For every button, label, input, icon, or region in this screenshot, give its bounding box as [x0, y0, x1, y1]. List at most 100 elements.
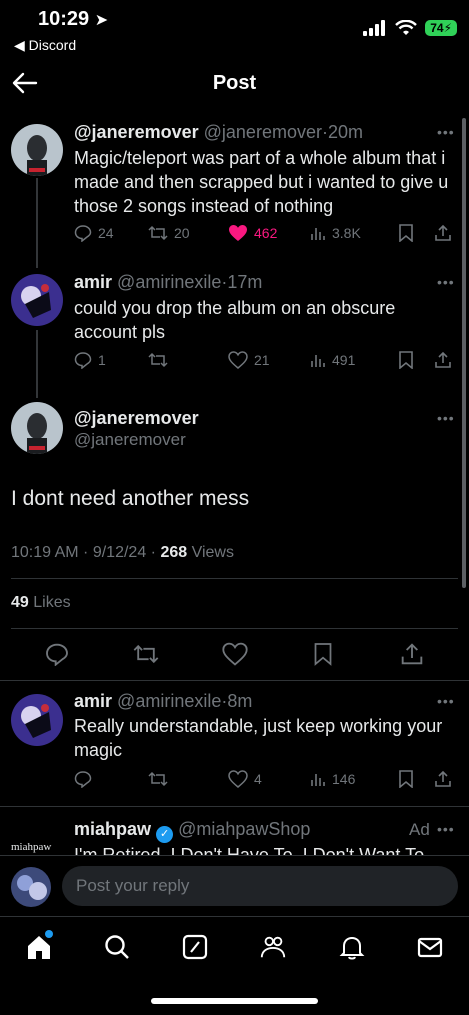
tweet-date: 9/12/24 [92, 544, 147, 561]
more-options-icon[interactable]: ••• [437, 821, 455, 837]
divider [11, 578, 458, 579]
ad-author-line: miahpaw ✓ @miahpawShop [74, 819, 310, 843]
location-arrow-icon: ➤ [94, 12, 109, 29]
ad-logo: miahpaw [11, 841, 52, 853]
views-count: 268 [160, 544, 188, 561]
battery-icon: 74⚡ [425, 20, 457, 36]
bookmark-icon[interactable] [398, 351, 414, 369]
heart-icon [228, 351, 248, 369]
signal-icon [363, 20, 386, 36]
communities-icon[interactable] [259, 933, 287, 961]
tweet-time: 8m [227, 691, 253, 711]
user-avatar[interactable] [11, 867, 51, 907]
tweet-time: 10:19 AM [11, 544, 79, 561]
share-icon[interactable] [434, 351, 452, 369]
reply-icon [74, 771, 92, 788]
home-indicator[interactable] [151, 998, 318, 1004]
repost-button[interactable]: 20 [148, 224, 228, 242]
author-name[interactable]: amir [74, 272, 112, 292]
messages-icon[interactable] [416, 933, 444, 961]
reply-button[interactable]: 24 [74, 224, 148, 242]
ad-label: Ad [409, 820, 430, 839]
nav-home[interactable] [25, 930, 53, 961]
avatar[interactable] [11, 274, 63, 326]
reply-input[interactable]: Post your reply [62, 866, 458, 906]
bookmark-icon[interactable] [398, 224, 414, 242]
tweet-actions: 24 20 462 3.8K [74, 224, 459, 242]
author-handle: @amirinexile [117, 272, 222, 292]
avatar[interactable] [11, 402, 63, 454]
divider [0, 680, 469, 681]
scrollbar[interactable] [462, 118, 466, 588]
heart-icon[interactable] [222, 642, 248, 666]
notification-dot [45, 930, 53, 938]
author-handle: @amirinexile [117, 691, 222, 711]
reply-text: Really understandable, just keep working… [74, 716, 443, 760]
focused-tweet-text: I dont need another mess [11, 487, 250, 510]
share-icon[interactable] [434, 770, 452, 788]
tweet-time: 20m [327, 122, 363, 142]
likes-summary[interactable]: 49 Likes [11, 594, 71, 612]
tweet-actions: 1 21 491 [74, 351, 459, 369]
more-options-icon[interactable]: ••• [437, 274, 455, 290]
notifications-icon[interactable] [338, 933, 366, 961]
views-icon [311, 228, 325, 240]
status-time: 10:29 ➤ [38, 8, 109, 30]
page-title: Post [212, 72, 257, 94]
ad-text: I'm Retired. I Don't Have To. I Don't Wa… [74, 845, 430, 855]
more-options-icon[interactable]: ••• [437, 124, 455, 140]
views-icon [311, 774, 325, 786]
ad-post[interactable]: miahpaw miahpaw ✓ @miahpawShop Ad ••• I'… [0, 807, 469, 855]
avatar[interactable] [11, 124, 63, 176]
views-button[interactable]: 491 [310, 352, 396, 368]
reply-button[interactable] [74, 770, 148, 788]
tweet-author-line: amir @amirinexile·17m [74, 272, 263, 292]
reply-icon [74, 352, 92, 369]
tweet-meta: 10:19 AM · 9/12/24 · 268 Views [11, 544, 234, 561]
author-handle: @miahpawShop [178, 819, 311, 839]
tweet-text: Magic/teleport was part of a whole album… [74, 148, 449, 216]
like-button[interactable]: 4 [228, 770, 310, 788]
tweet-author-line: @janeremover @janeremover·20m [74, 122, 363, 142]
share-icon[interactable] [434, 224, 452, 242]
thread-line [36, 178, 38, 268]
focused-author-name[interactable]: @janeremover [74, 408, 199, 429]
likes-label: Likes [33, 594, 71, 611]
focused-actions [0, 642, 469, 668]
avatar[interactable] [11, 694, 63, 746]
more-options-icon[interactable]: ••• [437, 410, 455, 426]
share-icon[interactable] [400, 642, 424, 666]
author-name[interactable]: miahpaw [74, 819, 151, 839]
like-button[interactable]: 462 [228, 224, 310, 242]
reply-icon [74, 225, 92, 242]
reply-icon[interactable] [45, 642, 69, 666]
views-label: Views [191, 544, 234, 561]
bookmark-icon[interactable] [313, 642, 333, 666]
heart-icon [228, 770, 248, 788]
tweet-text: could you drop the album on an obscure a… [74, 298, 396, 342]
views-button[interactable]: 3.8K [310, 225, 396, 241]
more-options-icon[interactable]: ••• [437, 693, 455, 709]
reply-button[interactable]: 1 [74, 351, 148, 369]
back-to-discord[interactable]: ◀ Discord [14, 37, 76, 54]
repost-icon [148, 352, 168, 368]
divider [11, 628, 458, 629]
views-button[interactable]: 146 [310, 771, 396, 787]
verified-badge-icon: ✓ [156, 826, 174, 843]
search-icon[interactable] [103, 933, 131, 961]
repost-button[interactable] [148, 770, 228, 788]
repost-icon[interactable] [133, 642, 159, 666]
author-name[interactable]: @janeremover [74, 122, 199, 142]
bookmark-icon[interactable] [398, 770, 414, 788]
like-button[interactable]: 21 [228, 351, 310, 369]
repost-icon [148, 771, 168, 787]
status-indicators: 74⚡ [363, 20, 457, 36]
author-name[interactable]: amir [74, 691, 112, 711]
repost-button[interactable] [148, 351, 228, 369]
author-handle: @janeremover [203, 122, 322, 142]
grok-icon[interactable] [181, 933, 209, 961]
tweet-time: 17m [227, 272, 263, 292]
focused-author-handle: @janeremover [74, 430, 186, 449]
views-icon [311, 355, 325, 367]
thread-line [36, 330, 38, 398]
